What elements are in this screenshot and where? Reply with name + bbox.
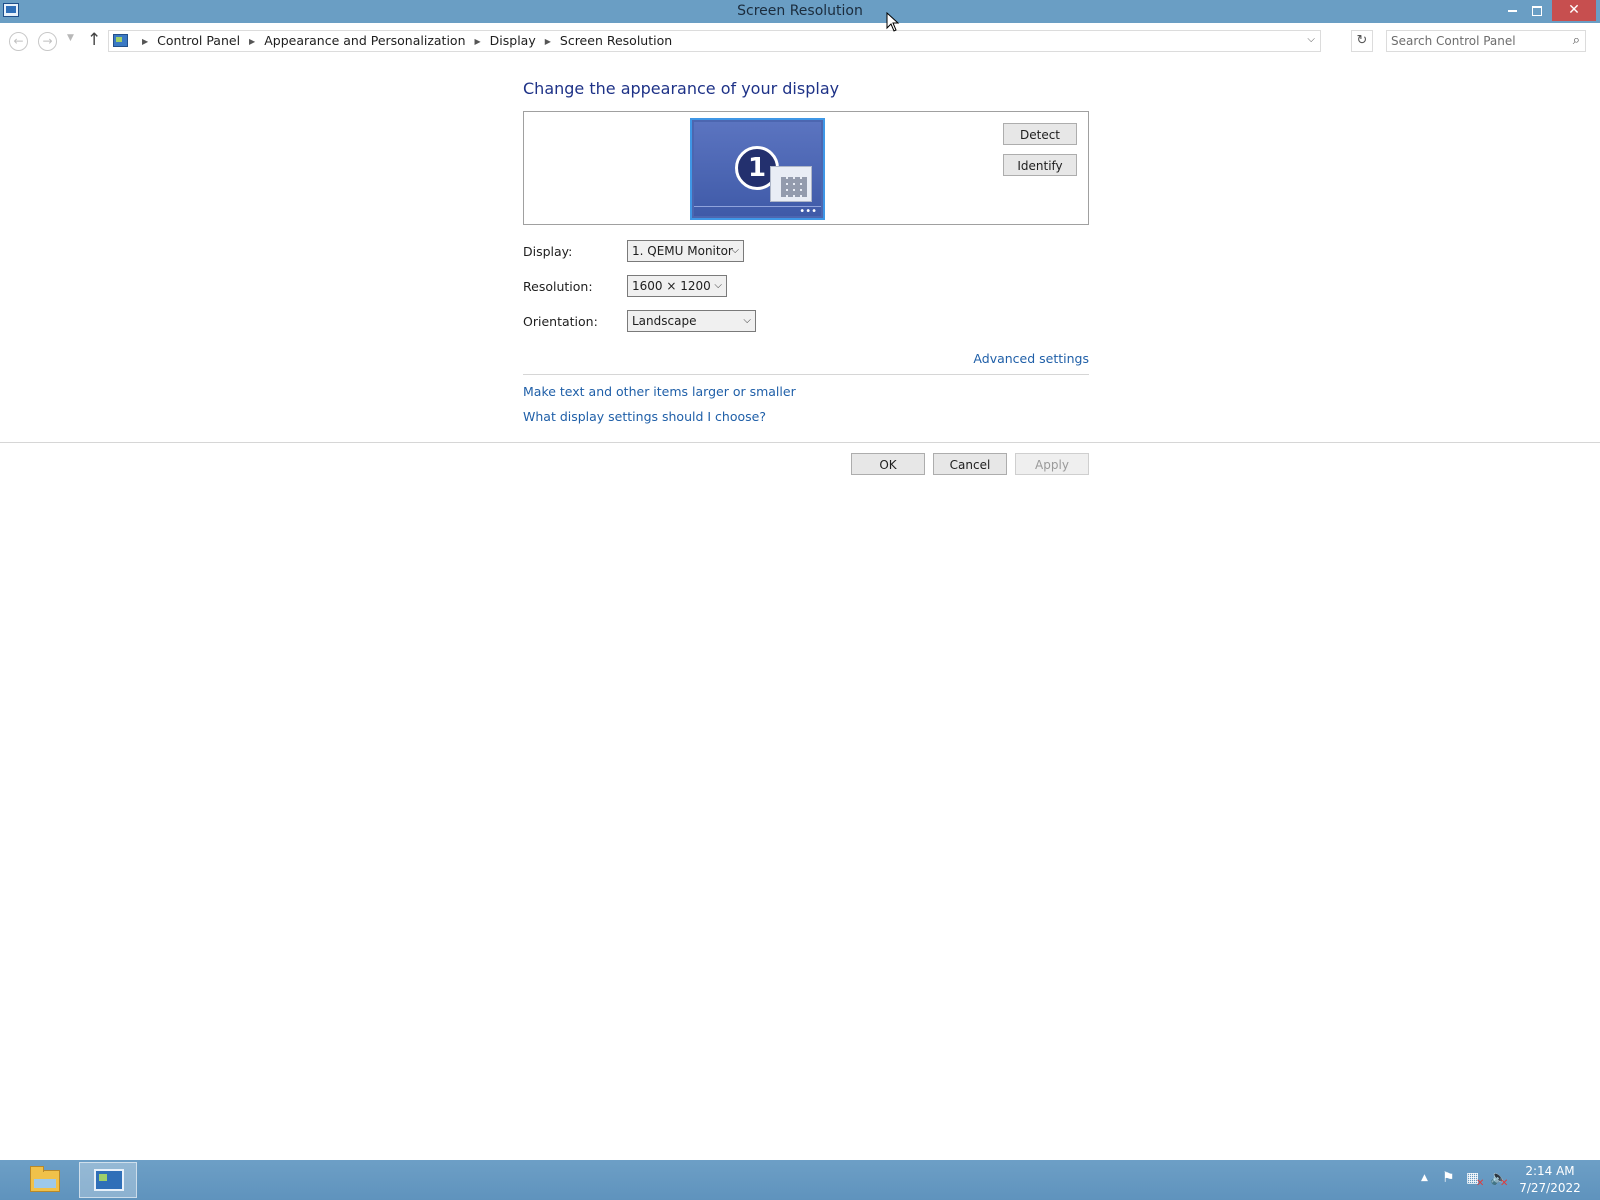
breadcrumb-separator-icon[interactable]: ▶ [249,37,255,46]
show-hidden-icons-chevron-icon[interactable]: ▲ [1421,1173,1428,1183]
file-explorer-taskbar-button[interactable] [26,1164,66,1196]
window-title: Screen Resolution [737,3,863,19]
action-center-flag-icon[interactable]: ⚑ [1442,1170,1455,1186]
minimize-button[interactable] [1499,0,1525,21]
display-select[interactable]: 1. QEMU Monitor ⌵ [627,240,744,262]
breadcrumb-screen-resolution[interactable]: Screen Resolution [560,33,672,48]
monitor-1-thumbnail[interactable]: 1 ••• [690,118,825,220]
cancel-button[interactable]: Cancel [933,453,1007,475]
breadcrumb-appearance-and-personalization[interactable]: Appearance and Personalization [264,33,465,48]
title-bar[interactable]: Screen Resolution ✕ [0,0,1600,23]
recent-locations-chevron-icon[interactable]: ▼ [67,33,74,43]
text-size-link[interactable]: Make text and other items larger or smal… [523,384,796,399]
refresh-icon[interactable]: ↻ [1351,30,1373,52]
identify-button[interactable]: Identify [1003,154,1077,176]
ok-button[interactable]: OK [851,453,925,475]
forward-arrow-icon[interactable]: → [38,32,57,51]
navigation-bar: ← → ▼ ↑ ▶ Control Panel ▶ Appearance and Pe… [0,27,1600,55]
search-icon[interactable]: ⌕ [1573,33,1580,48]
breadcrumb-control-panel[interactable]: Control Panel [157,33,240,48]
up-arrow-icon[interactable]: ↑ [87,30,101,50]
section-divider [523,374,1089,375]
clock[interactable]: 2:14 AM 7/27/2022 [1510,1163,1590,1197]
desktop-grid-icon [770,166,812,202]
orientation-select-value: Landscape [632,314,697,328]
breadcrumb-separator-icon[interactable]: ▶ [545,37,551,46]
detect-button[interactable]: Detect [1003,123,1077,145]
taskbar: ▲ ⚑ ▦ ✕ 🔈 ✕ 2:14 AM 7/27/2022 [0,1160,1600,1200]
resolution-select[interactable]: 1600 × 1200 ⌵ [627,275,727,297]
control-panel-icon [113,34,128,47]
breadcrumb-display[interactable]: Display [490,33,536,48]
network-error-x-icon: ✕ [1476,1178,1485,1189]
folder-icon [30,1166,60,1192]
orientation-select[interactable]: Landscape ⌵ [627,310,756,332]
address-bar[interactable]: ▶ Control Panel ▶ Appearance and Personaliz… [108,30,1321,52]
control-panel-icon [94,1169,124,1191]
chevron-down-icon: ⌵ [714,280,722,291]
resolution-label: Resolution: [523,279,593,294]
clock-time: 2:14 AM [1525,1164,1575,1178]
search-input[interactable] [1391,32,1559,50]
back-arrow-icon[interactable]: ← [9,32,28,51]
resolution-select-value: 1600 × 1200 [632,279,711,293]
search-box[interactable]: ⌕ [1386,30,1586,52]
breadcrumb-separator-icon[interactable]: ▶ [142,37,148,46]
apply-button[interactable]: Apply [1015,453,1089,475]
display-help-link[interactable]: What display settings should I choose? [523,409,766,424]
clock-date: 7/27/2022 [1519,1181,1581,1195]
display-select-value: 1. QEMU Monitor [632,244,733,258]
display-label: Display: [523,244,573,259]
breadcrumb: ▶ Control Panel ▶ Appearance and Personaliz… [133,33,672,48]
control-panel-taskbar-button[interactable] [79,1162,137,1198]
chevron-down-icon: ⌵ [731,245,739,256]
restore-button[interactable] [1524,0,1550,21]
close-button[interactable]: ✕ [1552,0,1596,21]
monitor-dots-icon: ••• [799,206,817,217]
breadcrumb-separator-icon[interactable]: ▶ [475,37,481,46]
advanced-settings-link[interactable]: Advanced settings [973,351,1089,366]
page-title: Change the appearance of your display [523,79,840,98]
footer-divider [0,442,1600,443]
volume-mute-x-icon: ✕ [1500,1178,1509,1189]
address-dropdown-chevron-icon[interactable]: ⌵ [1307,34,1315,45]
chevron-down-icon: ⌵ [743,315,751,326]
orientation-label: Orientation: [523,314,598,329]
